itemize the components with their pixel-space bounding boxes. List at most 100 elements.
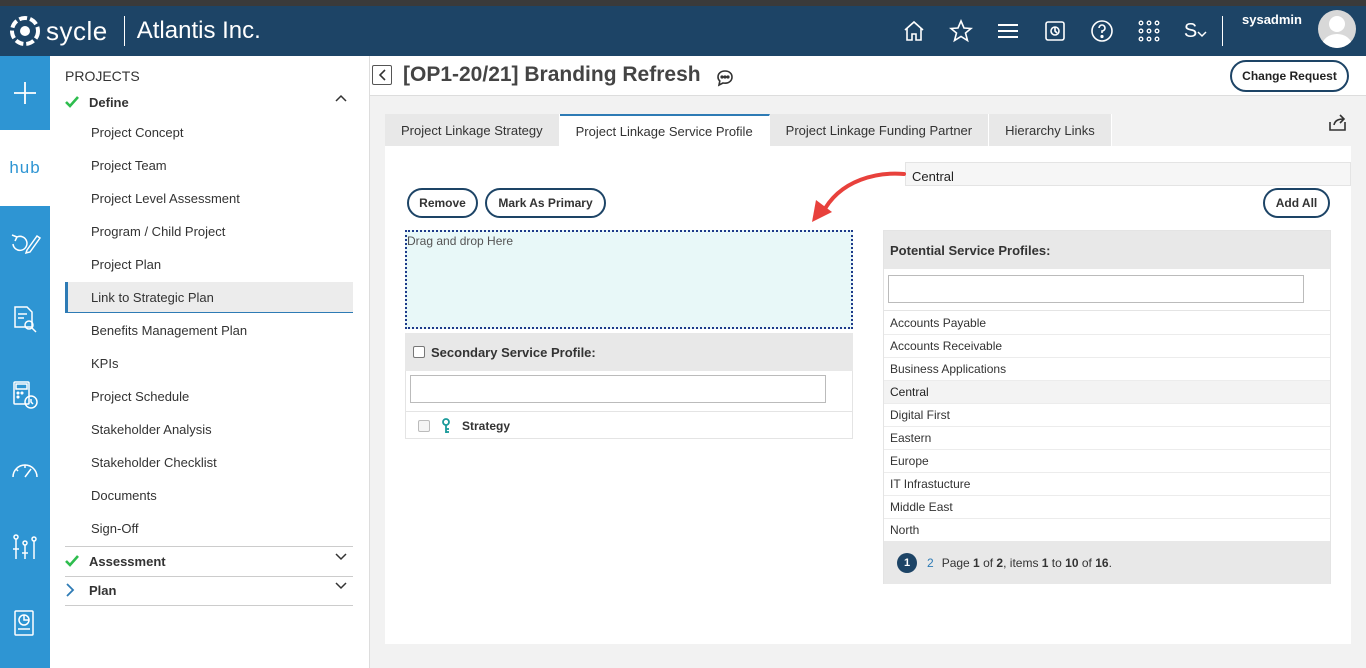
potential-search-row [884, 269, 1330, 311]
pager-text: Page [941, 555, 974, 570]
chevron-up-icon[interactable] [335, 94, 347, 102]
menu-icon[interactable] [984, 6, 1031, 56]
potential-search-input[interactable] [888, 275, 1304, 303]
hub-icon[interactable]: hub [0, 130, 50, 206]
sidebar-item-project-team[interactable]: Project Team [65, 150, 353, 181]
pager-page-num: 1 [973, 555, 980, 570]
sycle-logo[interactable]: sycle [8, 6, 108, 56]
chevron-down-icon[interactable] [335, 553, 347, 561]
list-item[interactable]: Accounts Receivable [884, 335, 1330, 358]
document-search-icon[interactable] [0, 284, 50, 354]
add-all-button[interactable]: Add All [1263, 188, 1330, 218]
sidebar-item-stakeholder-analysis[interactable]: Stakeholder Analysis [65, 414, 353, 445]
chevron-left-icon [378, 69, 386, 81]
report-icon[interactable] [0, 588, 50, 658]
tab-project-linkage-service-profile[interactable]: Project Linkage Service Profile [559, 114, 770, 147]
list-item[interactable]: IT Infrastucture [884, 473, 1330, 496]
logo-text: sycle [46, 15, 108, 46]
check-icon [65, 555, 89, 567]
list-item-label: Digital First [890, 408, 951, 422]
change-request-button[interactable]: Change Request [1230, 60, 1349, 92]
share-icon[interactable] [1328, 114, 1348, 132]
list-item-label: Europe [890, 454, 929, 468]
sidebar-item-kpis[interactable]: KPIs [65, 348, 353, 379]
org-chart-icon[interactable] [0, 512, 50, 582]
sidebar-item-label: Sign-Off [91, 521, 139, 536]
s-dropdown-icon[interactable]: S [1172, 6, 1219, 56]
sidebar-item-stakeholder-checklist[interactable]: Stakeholder Checklist [65, 447, 353, 478]
export-icon[interactable] [1031, 6, 1078, 56]
select-all-checkbox[interactable] [413, 346, 425, 358]
sidebar-title: PROJECTS [65, 68, 140, 84]
sidebar-item-project-level-assessment[interactable]: Project Level Assessment [65, 183, 353, 214]
section-define-label: Define [89, 94, 129, 110]
avatar[interactable] [1318, 10, 1356, 48]
project-sidebar: PROJECTS Define Project Concept Project … [50, 56, 370, 668]
section-plan[interactable]: Plan [65, 576, 353, 604]
plus-icon[interactable] [0, 56, 50, 130]
list-item-label: Business Applications [890, 362, 1007, 376]
sidebar-item-project-plan[interactable]: Project Plan [65, 249, 353, 280]
refresh-edit-icon[interactable] [0, 208, 50, 278]
sidebar-item-link-to-strategic-plan[interactable]: Link to Strategic Plan [65, 282, 353, 313]
list-item-label: Middle East [890, 500, 953, 514]
list-item[interactable]: Strategy [406, 411, 852, 439]
sidebar-item-benefits-management-plan[interactable]: Benefits Management Plan [65, 315, 353, 346]
sidebar-item-label: Project Team [91, 158, 167, 173]
header-divider [123, 16, 125, 46]
list-item-highlighted[interactable]: Central [884, 381, 1330, 404]
pager-text: of [1078, 555, 1096, 570]
sidebar-item-program-child-project[interactable]: Program / Child Project [65, 216, 353, 247]
sidebar-item-project-schedule[interactable]: Project Schedule [65, 381, 353, 412]
section-plan-label: Plan [89, 582, 117, 598]
list-item[interactable]: Eastern [884, 427, 1330, 450]
pager-item-total: 16 [1095, 555, 1109, 570]
tab-label: Project Linkage Funding Partner [785, 122, 973, 138]
help-icon[interactable] [1078, 6, 1125, 56]
back-button[interactable] [372, 65, 392, 85]
secondary-profile-list: Strategy [405, 371, 853, 439]
list-item[interactable]: Middle East [884, 496, 1330, 519]
star-icon[interactable] [937, 6, 984, 56]
list-item[interactable]: Accounts Payable [884, 312, 1330, 335]
main-content: [OP1-20/21] Branding Refresh Change Requ… [370, 56, 1366, 668]
calculator-clock-icon[interactable] [0, 360, 50, 430]
sidebar-item-label: Project Level Assessment [91, 191, 240, 206]
drag-ghost-item: Central [905, 162, 1351, 186]
list-item[interactable]: North [884, 519, 1330, 542]
key-icon [442, 417, 450, 433]
username[interactable]: sysadmin [1242, 12, 1302, 27]
comment-icon[interactable] [716, 69, 734, 87]
sidebar-item-project-concept[interactable]: Project Concept [65, 117, 353, 148]
s-dropdown-label: S [1183, 19, 1198, 42]
header-icon-bar: S [890, 6, 1219, 56]
list-item[interactable]: Europe [884, 450, 1330, 473]
page-2-link[interactable]: 2 [927, 556, 934, 570]
sidebar-item-label: Benefits Management Plan [91, 323, 248, 338]
list-item-label: IT Infrastucture [890, 477, 971, 491]
secondary-search-input[interactable] [410, 375, 826, 403]
tab-project-linkage-strategy[interactable]: Project Linkage Strategy [385, 114, 560, 146]
section-assessment[interactable]: Assessment [65, 547, 353, 575]
row-checkbox[interactable] [418, 419, 430, 432]
tab-hierarchy-links[interactable]: Hierarchy Links [989, 114, 1112, 146]
chevron-down-icon[interactable] [335, 582, 347, 590]
section-define[interactable]: Define [65, 88, 353, 116]
mark-as-primary-button[interactable]: Mark As Primary [485, 188, 606, 218]
list-item-label: Accounts Payable [890, 316, 987, 330]
list-item[interactable]: Business Applications [884, 358, 1330, 381]
tab-project-linkage-funding-partner[interactable]: Project Linkage Funding Partner [769, 114, 990, 146]
list-item[interactable]: Digital First [884, 404, 1330, 427]
remove-button[interactable]: Remove [407, 188, 478, 218]
sidebar-item-label: Project Concept [91, 125, 184, 140]
sidebar-item-sign-off[interactable]: Sign-Off [65, 513, 353, 544]
chevron-down-icon [1197, 31, 1207, 38]
home-icon[interactable] [890, 6, 937, 56]
gauge-icon[interactable] [0, 436, 50, 506]
secondary-profile-header: Secondary Service Profile: [405, 333, 853, 371]
primary-dropzone[interactable]: Drag and drop Here [405, 230, 853, 329]
apps-grid-icon[interactable] [1125, 6, 1172, 56]
company-name: Atlantis Inc. [136, 17, 261, 44]
page-1-button[interactable]: 1 [897, 552, 917, 573]
sidebar-item-documents[interactable]: Documents [65, 480, 353, 511]
